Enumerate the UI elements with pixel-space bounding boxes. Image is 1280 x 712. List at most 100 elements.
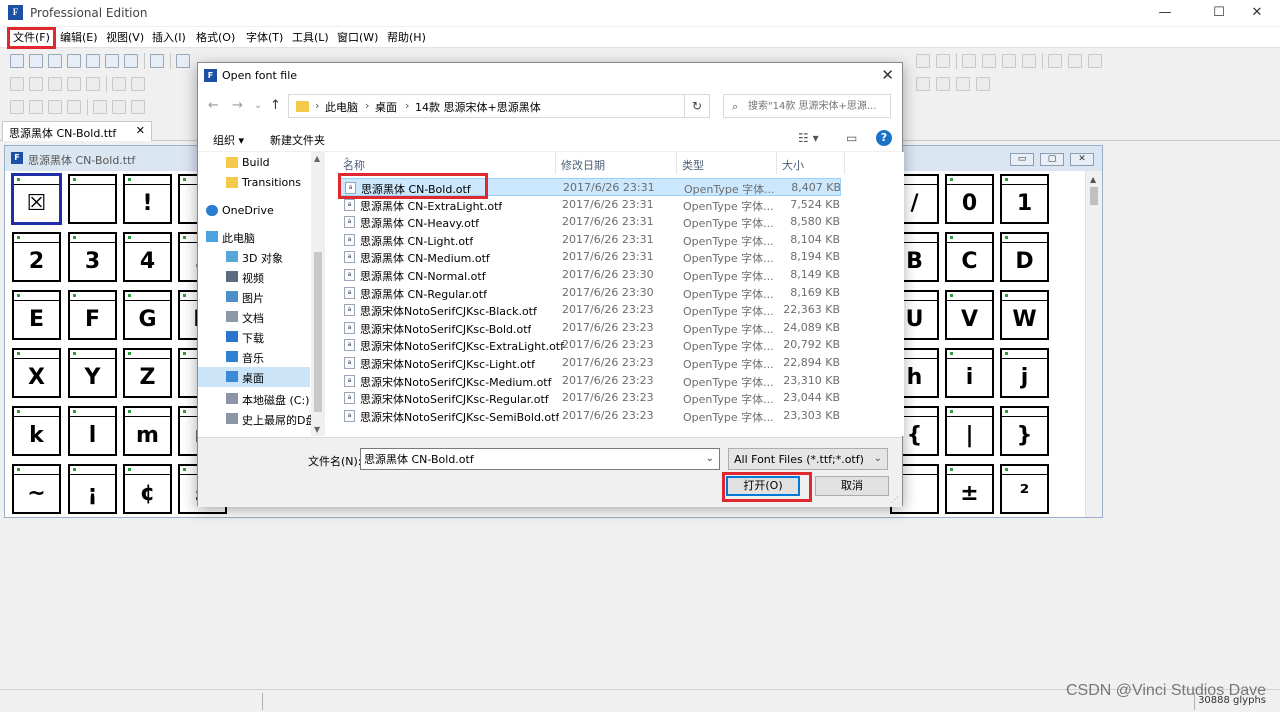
hand-tool-icon[interactable] — [48, 77, 62, 91]
menu-edit[interactable]: 编辑(E) — [57, 30, 101, 46]
nav-item[interactable]: 音乐 — [198, 347, 310, 367]
file-row[interactable]: a 思源黑体 CN-Regular.otf 2017/6/26 23:30 OpenT… — [338, 284, 841, 302]
glyph-cell[interactable]: 1 — [1000, 174, 1049, 224]
glyph-tool-icon[interactable] — [48, 100, 62, 114]
back-arrow-icon[interactable]: ← — [208, 98, 219, 113]
glyph-cell[interactable]: ! — [123, 174, 172, 224]
tool-icon[interactable] — [1002, 54, 1016, 68]
tool-icon[interactable] — [962, 54, 976, 68]
search-box[interactable]: ⌕ — [723, 94, 891, 118]
dialog-close-button[interactable]: ✕ — [881, 66, 894, 84]
copy-icon[interactable] — [105, 54, 119, 68]
menu-insert[interactable]: 插入(I) — [149, 30, 189, 46]
glyph-cell[interactable]: ² — [1000, 464, 1049, 514]
filename-combobox[interactable]: ⌄ — [360, 448, 720, 470]
pen-tool-icon[interactable] — [29, 77, 43, 91]
glyph-cell[interactable]: E — [12, 290, 61, 340]
tool-icon[interactable] — [936, 54, 950, 68]
recent-locations-icon[interactable]: ⌄ — [254, 100, 262, 111]
new-file-icon[interactable] — [10, 54, 24, 68]
navigation-scrollbar[interactable]: ▲ ▼ — [311, 152, 325, 436]
nav-item[interactable]: OneDrive — [198, 201, 310, 221]
menu-help[interactable]: 帮助(H) — [384, 30, 429, 46]
breadcrumb-this-pc[interactable]: 此电脑 — [325, 99, 358, 115]
file-row[interactable]: a 思源黑体 CN-Heavy.otf 2017/6/26 23:31 OpenTyp… — [338, 213, 841, 231]
file-row[interactable]: a 思源宋体NotoSerifCJKsc-SemiBold.otf 2017/6/2… — [338, 407, 841, 425]
refresh-button[interactable]: ↻ — [684, 94, 710, 118]
nav-item[interactable]: 下载 — [198, 327, 310, 347]
nav-item[interactable]: 史上最屌的D盘 — [198, 409, 316, 429]
cancel-button[interactable]: 取消 — [815, 476, 889, 496]
save-icon[interactable] — [67, 54, 81, 68]
align-icon[interactable] — [131, 100, 145, 114]
glyph-cell[interactable]: D — [1000, 232, 1049, 282]
file-row[interactable]: a 思源宋体NotoSerifCJKsc-ExtraLight.otf 2017/6… — [338, 336, 841, 354]
glyph-cell[interactable]: 2 — [12, 232, 61, 282]
folder-icon[interactable] — [124, 54, 138, 68]
scroll-thumb[interactable] — [314, 252, 322, 412]
glyph-cell[interactable]: ± — [945, 464, 994, 514]
tool-icon[interactable] — [1022, 54, 1036, 68]
filename-input[interactable] — [364, 451, 694, 467]
menu-format[interactable]: 格式(O) — [193, 30, 238, 46]
glyph-cell[interactable]: 0 — [945, 174, 994, 224]
file-row[interactable]: a 思源黑体 CN-Light.otf 2017/6/26 23:31 OpenTyp… — [338, 231, 841, 249]
new-font-icon[interactable] — [29, 54, 43, 68]
glyph-cell[interactable]: W — [1000, 290, 1049, 340]
menu-file[interactable]: 文件(F) — [7, 27, 56, 49]
tool-icon[interactable] — [916, 77, 930, 91]
glyph-cell[interactable]: F — [68, 290, 117, 340]
glyph-cell[interactable]: i — [945, 348, 994, 398]
align-icon[interactable] — [112, 100, 126, 114]
document-tab[interactable]: 思源黑体 CN-Bold.ttf ✕ — [2, 121, 152, 141]
scroll-up-icon[interactable]: ▲ — [1090, 175, 1096, 184]
tool-icon[interactable] — [982, 54, 996, 68]
knife-tool-icon[interactable] — [67, 77, 81, 91]
mdi-restore-button[interactable]: ▢ — [1040, 153, 1064, 166]
tool-icon[interactable] — [1068, 54, 1082, 68]
glyph-cell[interactable]: j — [1000, 348, 1049, 398]
scroll-thumb[interactable] — [1090, 187, 1098, 205]
find-icon[interactable] — [176, 54, 190, 68]
glyph-grid-scrollbar[interactable]: ▲ — [1085, 171, 1102, 517]
nav-item[interactable]: 文档 — [198, 307, 310, 327]
nav-item[interactable]: 此电脑 — [198, 227, 310, 247]
forward-arrow-icon[interactable]: → — [232, 98, 243, 113]
address-bar[interactable]: › 此电脑 › 桌面 › 14款 思源宋体+思源黑体 ⌄ — [288, 94, 708, 118]
nav-item[interactable]: Transitions — [198, 173, 310, 193]
nav-item[interactable]: 3D 对象 — [198, 247, 310, 267]
glyph-cell[interactable]: k — [12, 406, 61, 456]
file-row[interactable]: a 思源宋体NotoSerifCJKsc-Black.otf 2017/6/26 2… — [338, 301, 841, 319]
menu-font[interactable]: 字体(T) — [243, 30, 286, 46]
glyph-tool-icon[interactable] — [10, 100, 24, 114]
filetype-select[interactable]: All Font Files (*.ttf;*.otf) ⌄ — [728, 448, 888, 470]
tool-icon[interactable] — [916, 54, 930, 68]
glyph-cell[interactable]: m — [123, 406, 172, 456]
tab-close-icon[interactable]: ✕ — [136, 124, 145, 137]
nav-item[interactable]: 本地磁盘 (C:) — [198, 389, 310, 409]
column-header-name[interactable]: 名称 ⌃ — [338, 152, 556, 174]
glyph-cell[interactable]: 3 — [68, 232, 117, 282]
nav-item[interactable]: 视频 — [198, 267, 310, 287]
glyph-cell[interactable]: X — [12, 348, 61, 398]
open-icon[interactable] — [48, 54, 62, 68]
glyph-cell[interactable]: C — [945, 232, 994, 282]
glyph-cell[interactable]: } — [1000, 406, 1049, 456]
glyph-cell[interactable]: ☒ — [11, 173, 62, 225]
nav-item[interactable]: 桌面 — [198, 367, 310, 387]
tool-icon[interactable] — [936, 77, 950, 91]
tool-icon[interactable] — [1048, 54, 1062, 68]
file-row[interactable]: a 思源黑体 CN-Normal.otf 2017/6/26 23:30 OpenTy… — [338, 266, 841, 284]
glyph-cell[interactable]: l — [68, 406, 117, 456]
glyph-cell[interactable]: 4 — [123, 232, 172, 282]
save-as-icon[interactable] — [86, 54, 100, 68]
brush-tool-icon[interactable] — [86, 77, 100, 91]
glyph-cell[interactable]: ¢ — [123, 464, 172, 514]
glyph-cell[interactable]: V — [945, 290, 994, 340]
glyph-cell[interactable]: G — [123, 290, 172, 340]
close-button[interactable]: ✕ — [1234, 0, 1280, 26]
glyph-cell[interactable]: | — [945, 406, 994, 456]
preview-pane-icon[interactable]: ▭ — [846, 131, 857, 145]
breadcrumb-current-folder[interactable]: 14款 思源宋体+思源黑体 — [415, 99, 541, 115]
glyph-tool-icon[interactable] — [67, 100, 81, 114]
